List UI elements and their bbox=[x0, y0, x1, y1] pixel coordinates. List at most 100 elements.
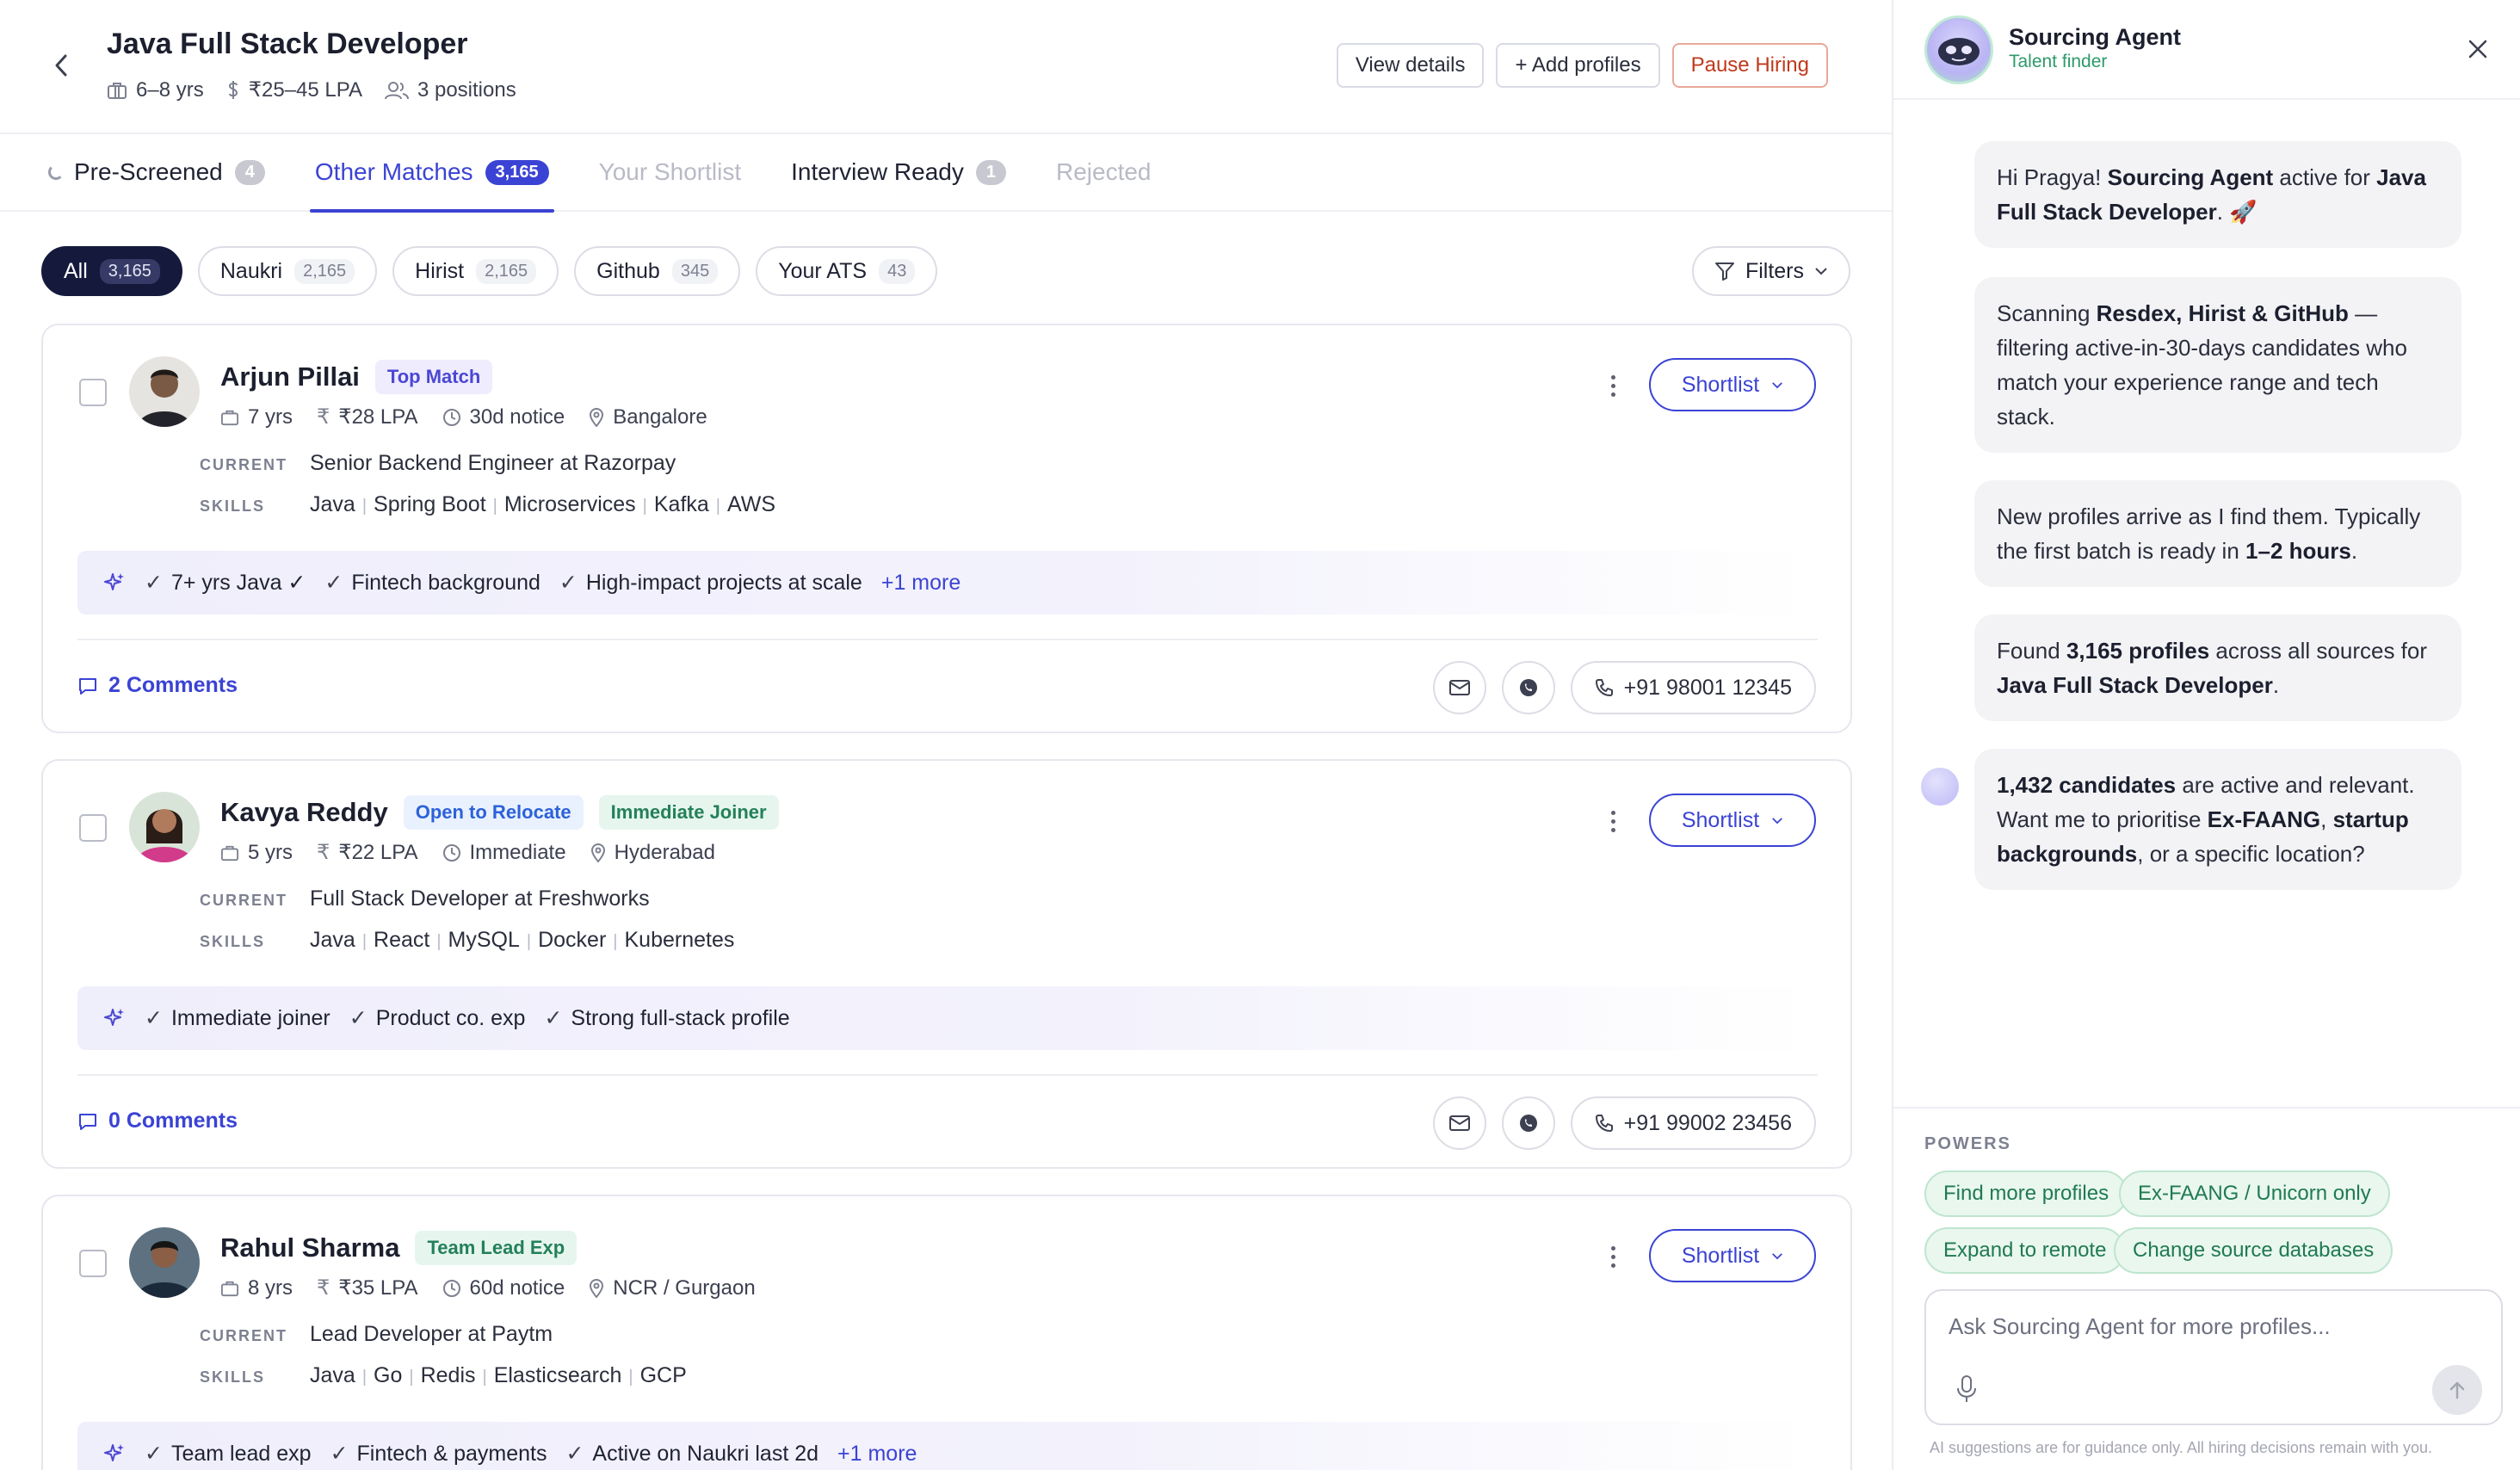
source-chip-github[interactable]: Github 345 bbox=[574, 246, 741, 296]
source-chip-all[interactable]: All 3,165 bbox=[41, 246, 182, 296]
source-filter-chips: All 3,165 Naukri 2,165 Hirist 2,165 Github 3… bbox=[41, 246, 938, 296]
shortlist-button[interactable]: Shortlist bbox=[1649, 358, 1816, 411]
email-button[interactable] bbox=[1432, 1096, 1486, 1150]
select-checkbox[interactable] bbox=[79, 814, 107, 842]
agent-message: New profiles arrive as I find them. Typi… bbox=[1974, 480, 2461, 587]
job-meta: 6–8 yrs ₹25–45 LPA 3 positions bbox=[107, 77, 516, 102]
check-icon: ✓ bbox=[559, 571, 578, 595]
shortlist-label: Shortlist bbox=[1681, 372, 1760, 397]
current-role: Senior Backend Engineer at Razorpay bbox=[310, 451, 676, 475]
agent-subtitle: Talent finder bbox=[2009, 52, 2108, 71]
job-experience: 6–8 yrs bbox=[136, 77, 204, 102]
chip-label: Your ATS bbox=[778, 258, 868, 283]
clock-icon bbox=[442, 408, 460, 426]
status-badge: Top Match bbox=[374, 360, 493, 394]
current-label: CURRENT bbox=[200, 456, 287, 473]
pause-hiring-button[interactable]: Pause Hiring bbox=[1671, 43, 1828, 88]
email-button[interactable] bbox=[1432, 661, 1486, 714]
source-chip-ats[interactable]: Your ATS 43 bbox=[756, 246, 938, 296]
skills-label: SKILLS bbox=[200, 1368, 266, 1386]
power-chip-find-more[interactable]: Find more profiles bbox=[1924, 1170, 2128, 1217]
candidate-card: Arjun Pillai Top Match 7 yrs ₹ ₹28 LPA 30d… bbox=[41, 324, 1852, 733]
insight-item: Active on Naukri last 2d bbox=[592, 1441, 819, 1466]
candidate-card: Rahul Sharma Team Lead Exp 8 yrs ₹ ₹35 LPA… bbox=[41, 1195, 1852, 1470]
chip-label: All bbox=[64, 258, 88, 283]
ai-insights: ✓ Immediate joiner ✓ Product co. exp ✓ Stro… bbox=[77, 986, 1818, 1050]
sparkle-icon bbox=[104, 1444, 124, 1461]
filters-button[interactable]: Filters bbox=[1691, 246, 1850, 296]
chat-input[interactable] bbox=[1949, 1313, 2465, 1340]
skill: GCP bbox=[639, 1363, 687, 1387]
more-options-icon[interactable] bbox=[1604, 1239, 1621, 1274]
comments-count: 2 Comments bbox=[108, 673, 238, 697]
arrow-up-icon bbox=[2449, 1381, 2465, 1399]
tab-other-matches[interactable]: Other Matches 3,165 bbox=[309, 133, 554, 213]
tab-pre-screened[interactable]: Pre-Screened 4 bbox=[48, 133, 265, 211]
candidate-name: Kavya Reddy bbox=[220, 797, 388, 827]
status-badge: Immediate Joiner bbox=[598, 795, 779, 830]
tab-your-shortlist[interactable]: Your Shortlist bbox=[599, 133, 742, 211]
status-badge: Open to Relocate bbox=[403, 795, 584, 830]
shortlist-button[interactable]: Shortlist bbox=[1649, 794, 1816, 847]
whatsapp-button[interactable] bbox=[1501, 661, 1555, 714]
check-icon: ✓ bbox=[145, 1442, 163, 1466]
check-icon: ✓ bbox=[544, 1006, 563, 1030]
more-insights-link[interactable]: +1 more bbox=[881, 571, 960, 596]
candidate-card: Kavya Reddy Open to Relocate Immediate Joi… bbox=[41, 759, 1852, 1169]
skill: Elasticsearch bbox=[493, 1363, 622, 1387]
back-button[interactable] bbox=[48, 48, 74, 83]
call-button[interactable]: +91 98001 12345 bbox=[1570, 661, 1816, 714]
shortlist-label: Shortlist bbox=[1681, 807, 1760, 832]
skills-list: Java | Go | Redis | Elasticsearch | GCP bbox=[310, 1363, 687, 1387]
select-checkbox[interactable] bbox=[79, 1250, 107, 1277]
send-button[interactable] bbox=[2432, 1365, 2482, 1415]
agent-panel: Sourcing Agent Talent finder Hi Pragya! … bbox=[1893, 0, 2520, 1470]
tab-interview-ready[interactable]: Interview Ready 1 bbox=[791, 133, 1006, 211]
candidate-name: Arjun Pillai bbox=[220, 361, 360, 392]
ai-insights: ✓ 7+ yrs Java ✓ ✓ Fintech background ✓ High… bbox=[77, 551, 1818, 615]
chip-count: 2,165 bbox=[476, 258, 537, 284]
candidate-notice: 30d notice bbox=[469, 405, 565, 429]
more-insights-link[interactable]: +1 more bbox=[837, 1442, 917, 1467]
users-icon bbox=[384, 81, 409, 99]
skills-label: SKILLS bbox=[200, 497, 266, 515]
chevron-down-icon bbox=[1815, 268, 1827, 275]
chevron-down-icon bbox=[1772, 1252, 1783, 1259]
agent-message: Scanning Resdex, Hirist & GitHub — filte… bbox=[1974, 277, 2461, 453]
shortlist-button[interactable]: Shortlist bbox=[1649, 1229, 1816, 1282]
clock-icon bbox=[442, 1279, 460, 1297]
source-chip-hirist[interactable]: Hirist 2,165 bbox=[392, 246, 559, 296]
whatsapp-button[interactable] bbox=[1501, 1096, 1555, 1150]
clock-icon bbox=[442, 843, 460, 862]
power-chip-ex-faang[interactable]: Ex-FAANG / Unicorn only bbox=[2119, 1170, 2390, 1217]
whatsapp-icon bbox=[1519, 679, 1537, 696]
status-badge: Team Lead Exp bbox=[415, 1231, 578, 1265]
close-icon[interactable] bbox=[2465, 36, 2491, 62]
add-profiles-button[interactable]: + Add profiles bbox=[1496, 43, 1660, 88]
more-options-icon[interactable] bbox=[1604, 804, 1621, 838]
powers-section: POWERS Find more profiles Ex-FAANG / Uni… bbox=[1893, 1107, 2520, 1470]
disclaimer-text: AI suggestions are for guidance only. Al… bbox=[1930, 1439, 2432, 1456]
insight-item: Immediate joiner bbox=[170, 1005, 330, 1030]
view-details-button[interactable]: View details bbox=[1336, 43, 1485, 88]
dollar-icon bbox=[228, 80, 238, 99]
select-checkbox[interactable] bbox=[79, 379, 107, 406]
check-icon: ✓ bbox=[349, 1006, 368, 1030]
comments-link[interactable]: 2 Comments bbox=[77, 673, 238, 698]
more-options-icon[interactable] bbox=[1604, 368, 1621, 403]
source-chip-naukri[interactable]: Naukri 2,165 bbox=[197, 246, 378, 296]
candidate-ctc: ₹22 LPA bbox=[338, 841, 418, 864]
tab-rejected[interactable]: Rejected bbox=[1056, 133, 1152, 211]
agent-name: Sourcing Agent bbox=[2009, 24, 2181, 50]
tab-label: Pre-Screened bbox=[74, 158, 223, 185]
call-button[interactable]: +91 99002 23456 bbox=[1570, 1096, 1816, 1150]
agent-message: 1,432 candidates are active and relevant… bbox=[1974, 749, 2461, 890]
briefcase-icon bbox=[108, 82, 127, 99]
comment-icon bbox=[79, 1113, 96, 1130]
mail-icon bbox=[1448, 680, 1470, 695]
comments-link[interactable]: 0 Comments bbox=[77, 1109, 238, 1133]
power-chip-expand-remote[interactable]: Expand to remote bbox=[1924, 1227, 2126, 1274]
skill: Redis bbox=[420, 1363, 476, 1387]
power-chip-change-sources[interactable]: Change source databases bbox=[2114, 1227, 2393, 1274]
microphone-icon[interactable] bbox=[1954, 1374, 1980, 1405]
